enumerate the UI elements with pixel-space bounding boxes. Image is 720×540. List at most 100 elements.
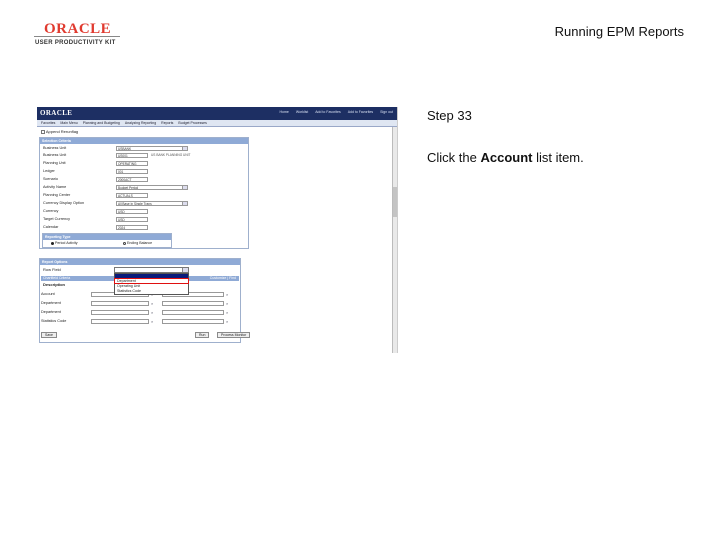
- field-label: Target Currency: [43, 217, 71, 221]
- field-input[interactable]: USD: [116, 217, 148, 222]
- field-row: Currency USD: [43, 209, 193, 214]
- header-link[interactable]: Worklist: [296, 110, 308, 114]
- reporting-type-group: Reporting Type Period Activity Ending Ba…: [42, 233, 172, 248]
- grid-title: Chartfield Criteria: [43, 276, 71, 280]
- process-monitor-button[interactable]: Process Monitor: [217, 332, 251, 338]
- field-input[interactable]: 2000ACT: [116, 177, 148, 182]
- field-row: Planning Unit OPERATING: [43, 161, 193, 166]
- selection-criteria-section: Selection Criteria Business Unit USBANK B…: [39, 137, 249, 249]
- field-row: Target Currency USD: [43, 217, 193, 222]
- field-row: Activity Name Budget Period: [43, 185, 193, 190]
- radio-label: Ending Balance: [127, 241, 153, 245]
- field-label: Ledger: [43, 169, 55, 173]
- grid-col-description: Description: [43, 282, 66, 287]
- radio-empty-icon: [123, 241, 126, 245]
- logo-divider: [34, 36, 120, 37]
- field-input[interactable]: OPERATING: [116, 161, 148, 166]
- menu-item[interactable]: Analyzing Reporting: [125, 121, 156, 125]
- header-link[interactable]: Add to Favorites: [315, 110, 340, 114]
- from-value-input[interactable]: [91, 301, 149, 306]
- step-number: Step 33: [427, 108, 472, 123]
- lookup-icon[interactable]: ⌕: [151, 301, 153, 306]
- dropdown-option[interactable]: Statistics Code: [115, 289, 188, 294]
- highlight-marker: [114, 278, 189, 284]
- save-button[interactable]: Save: [41, 332, 57, 338]
- field-row: Ledger 001: [43, 169, 193, 174]
- upk-label: USER PRODUCTIVITY KIT: [35, 40, 116, 46]
- instruction-suffix: list item.: [532, 150, 584, 165]
- append-checkbox-label: Append Rerunflag: [45, 129, 79, 134]
- radio-period-activity[interactable]: Period Activity: [51, 241, 78, 245]
- app-oracle-logo: ORACLE: [40, 109, 73, 117]
- group-header: Reporting Type: [43, 234, 171, 240]
- to-value-input[interactable]: [162, 319, 224, 324]
- radio-ending-balance[interactable]: Ending Balance: [123, 241, 152, 245]
- from-value-input[interactable]: [91, 319, 149, 324]
- field-select[interactable]: Budget Period: [116, 185, 188, 190]
- instruction-target: Account: [480, 150, 533, 165]
- lookup-icon[interactable]: ⌕: [226, 310, 228, 315]
- menu-item[interactable]: Planning and Budgeting: [83, 121, 120, 125]
- oracle-upk-logo: ORACLE USER PRODUCTIVITY KIT: [34, 22, 124, 48]
- grid-row: Statistics Code ⌕ ⌕: [41, 319, 236, 324]
- application-screenshot: ORACLE Home Worklist Add to Favorites Ad…: [37, 107, 398, 353]
- grid-row-label: Statistics Code: [41, 319, 67, 323]
- vertical-scrollbar[interactable]: [392, 127, 397, 353]
- field-label: Planning Unit: [43, 161, 66, 165]
- header-links: Home Worklist Add to Favorites Add to Fa…: [274, 110, 393, 114]
- field-row: Currency Display Option All Base in Singl…: [43, 201, 193, 206]
- from-value-input[interactable]: [91, 310, 149, 315]
- field-label: Business Unit: [43, 153, 67, 157]
- step-instruction: Click the Account list item.: [427, 150, 584, 165]
- field-input[interactable]: ACTUALS: [116, 193, 148, 198]
- lookup-icon[interactable]: ⌕: [226, 319, 228, 324]
- field-select[interactable]: USBANK: [116, 146, 188, 151]
- header-link[interactable]: Sign out: [380, 110, 393, 114]
- menu-item[interactable]: Favorites: [41, 121, 55, 125]
- header-link[interactable]: Home: [280, 110, 289, 114]
- field-label: Business Unit: [43, 146, 67, 150]
- lookup-icon[interactable]: ⌕: [226, 301, 228, 306]
- scrollbar-thumb[interactable]: [393, 187, 397, 217]
- field-label: Activity Name: [43, 185, 67, 189]
- lookup-icon[interactable]: ⌕: [151, 310, 153, 315]
- grid-row-label: Department: [41, 301, 61, 305]
- field-label: Currency: [43, 209, 59, 213]
- section-header: Selection Criteria: [40, 138, 248, 144]
- radio-label: Period Activity: [55, 241, 78, 245]
- breadcrumb-menu: Favorites Main Menu Planning and Budgeti…: [37, 120, 397, 127]
- instruction-prefix: Click the: [427, 150, 481, 165]
- field-label: Calendar: [43, 225, 59, 229]
- rows-label: Row Field: [43, 267, 61, 272]
- app-header: ORACLE Home Worklist Add to Favorites Ad…: [37, 107, 397, 120]
- document-title: Running EPM Reports: [554, 24, 684, 39]
- menu-item[interactable]: Main Menu: [60, 121, 77, 125]
- checkbox-icon[interactable]: [41, 129, 45, 134]
- append-checkbox[interactable]: Append Rerunflag: [41, 129, 78, 134]
- field-input[interactable]: US001: [116, 153, 148, 158]
- run-button[interactable]: Run: [195, 332, 210, 338]
- lookup-icon[interactable]: ⌕: [151, 319, 153, 324]
- field-input[interactable]: 001: [116, 169, 148, 174]
- field-input[interactable]: 2024: [116, 225, 148, 230]
- field-row: Business Unit USBANK: [43, 146, 193, 151]
- lookup-icon[interactable]: ⌕: [226, 292, 228, 297]
- to-value-input[interactable]: [162, 310, 224, 315]
- to-value-input[interactable]: [162, 301, 224, 306]
- field-label: Scenario: [43, 177, 58, 181]
- grid-customize-link[interactable]: Customize | Find: [210, 276, 236, 281]
- field-select[interactable]: All Base in Single Trans: [116, 201, 188, 206]
- menu-item[interactable]: Reports: [161, 121, 173, 125]
- field-label: Currency Display Option: [43, 201, 85, 205]
- field-row: Planning Center ACTUALS: [43, 193, 193, 198]
- dropdown-list: Department Operating Unit Statistics Cod…: [114, 273, 189, 295]
- field-row: Scenario 2000ACT: [43, 177, 193, 182]
- grid-row-label: Department: [41, 310, 61, 314]
- header-link[interactable]: Add to Favorites: [348, 110, 373, 114]
- menu-item[interactable]: Budget Processes: [178, 121, 206, 125]
- field-input[interactable]: USD: [116, 209, 148, 214]
- field-description: US BANK PLANNING UNIT: [151, 153, 191, 157]
- grid-row: Department ⌕ ⌕: [41, 310, 236, 315]
- grid-row-label: Account: [41, 292, 55, 296]
- oracle-brand: ORACLE: [44, 21, 112, 37]
